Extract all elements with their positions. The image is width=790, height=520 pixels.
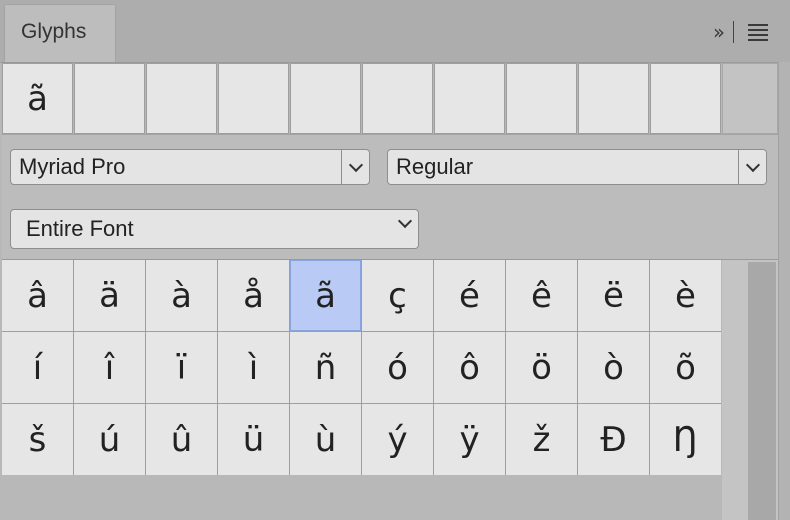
recent-glyph-cell[interactable] [74,63,145,134]
glyph-cell[interactable]: Đ [578,404,649,475]
glyph-cell[interactable]: û [146,404,217,475]
recent-glyph-cell[interactable] [362,63,433,134]
recent-glyph-cell[interactable] [650,63,721,134]
glyph-cell[interactable]: à [146,260,217,331]
font-controls: Myriad Pro Regular Entire Font [2,134,778,260]
glyph-cell[interactable]: ç [362,260,433,331]
scrollbar-thumb[interactable] [748,262,776,520]
glyph-cell[interactable]: š [2,404,73,475]
panel-menu-icon[interactable] [748,23,768,41]
recent-row-filler [722,63,778,134]
recent-glyph-cell[interactable] [434,63,505,134]
glyph-filter-select[interactable]: Entire Font [10,209,419,249]
glyph-cell[interactable]: ê [506,260,577,331]
glyph-grid-cells: ÓŠÚÛÜÙÝŸŽáâäàåãçéêëèíîïìñóôöòõšúûüùýÿžĐŊ [2,230,721,475]
glyph-cell[interactable]: ä [74,260,145,331]
glyph-cell[interactable]: í [2,332,73,403]
font-family-select[interactable]: Myriad Pro [10,149,370,185]
recent-glyph-cell[interactable] [290,63,361,134]
panel-right-edge [778,62,790,520]
glyph-cell[interactable]: ë [578,260,649,331]
glyph-cell[interactable]: Ŋ [650,404,721,475]
glyph-cell[interactable]: ì [218,332,289,403]
glyph-cell[interactable]: ó [362,332,433,403]
glyph-cell[interactable]: ö [506,332,577,403]
header-icons: ›› [713,20,768,44]
glyph-cell[interactable]: ž [506,404,577,475]
glyph-cell[interactable]: é [434,260,505,331]
glyph-cell[interactable]: ú [74,404,145,475]
recent-glyph-cell[interactable]: ã [2,63,73,134]
glyph-cell[interactable]: ü [218,404,289,475]
glyph-cell[interactable]: ï [146,332,217,403]
header-divider [733,21,734,43]
glyph-cell[interactable]: å [218,260,289,331]
glyph-cell-selected[interactable]: ã [290,260,361,331]
collapse-icon[interactable]: ›› [713,20,725,44]
font-family-dropdown-button[interactable] [341,150,369,184]
tab-label: Glyphs [21,20,87,43]
glyph-cell[interactable]: î [74,332,145,403]
glyph-cell[interactable]: ù [290,404,361,475]
panel-header: Glyphs ›› [0,0,790,63]
glyph-grid: ÓŠÚÛÜÙÝŸŽáâäàåãçéêëèíîïìñóôöòõšúûüùýÿžĐŊ [2,230,722,520]
tab-glyphs[interactable]: Glyphs [4,4,116,62]
glyph-cell[interactable]: ÿ [434,404,505,475]
glyph-cell[interactable]: ò [578,332,649,403]
font-family-value: Myriad Pro [19,154,126,179]
glyph-cell[interactable]: ý [362,404,433,475]
font-style-select[interactable]: Regular [387,149,767,185]
chevron-down-icon [745,157,760,172]
recent-glyphs-row: ã [2,63,722,134]
glyph-cell[interactable]: ô [434,332,505,403]
glyph-cell[interactable]: ñ [290,332,361,403]
glyph-cell[interactable]: õ [650,332,721,403]
chevron-down-icon [348,157,363,172]
glyph-cell[interactable]: â [2,260,73,331]
glyph-filter-value: Entire Font [26,216,134,241]
glyphs-panel: Glyphs ›› ã ÓŠÚÛÜÙÝŸŽáâäàåãçéêëèíîïìñóôö… [0,0,790,520]
recent-glyph-cell[interactable] [506,63,577,134]
font-style-dropdown-button[interactable] [738,150,766,184]
recent-glyph-cell[interactable] [578,63,649,134]
font-style-value: Regular [396,154,474,179]
recent-glyph-cell[interactable] [146,63,217,134]
recent-glyph-cell[interactable] [218,63,289,134]
glyph-cell[interactable]: è [650,260,721,331]
